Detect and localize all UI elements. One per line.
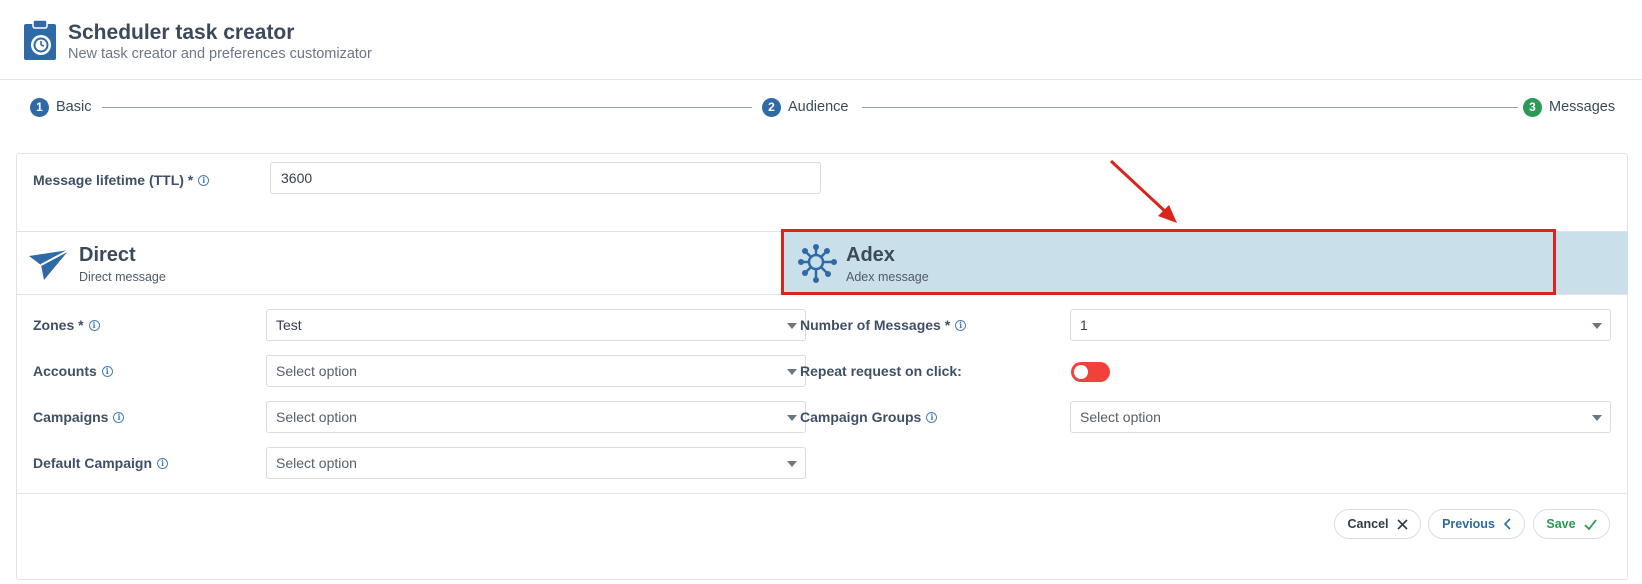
step-number: 2 xyxy=(762,97,781,117)
step-audience[interactable]: 2 Audience xyxy=(762,96,848,118)
num-messages-label: Number of Messages * i xyxy=(800,315,967,335)
step-messages[interactable]: 3 Messages xyxy=(1523,96,1615,118)
save-button[interactable]: Save xyxy=(1533,509,1610,539)
clipboard-timer-icon xyxy=(24,19,56,60)
info-icon[interactable]: i xyxy=(198,174,210,186)
step-label: Basic xyxy=(56,99,92,115)
select-placeholder: Select option xyxy=(276,409,357,425)
field-label-text: Repeat request on click: xyxy=(800,363,962,379)
cancel-button[interactable]: Cancel xyxy=(1334,509,1421,539)
field-label-text: Default Campaign xyxy=(33,455,153,471)
num-messages-select[interactable]: 1 xyxy=(1070,309,1611,341)
select-value: Test xyxy=(276,317,302,333)
step-connector xyxy=(102,107,752,108)
app-header: Scheduler task creator New task creator … xyxy=(0,0,1642,80)
field-label-text: Zones * xyxy=(33,317,84,333)
accounts-label: Accounts i xyxy=(33,361,113,381)
tab-direct[interactable]: Direct Direct message xyxy=(17,231,782,295)
field-label-text: Campaigns xyxy=(33,409,109,425)
select-placeholder: Select option xyxy=(276,363,357,379)
select-value: 1 xyxy=(1080,317,1088,333)
tab-subtitle: Direct message xyxy=(79,270,166,284)
info-icon[interactable]: i xyxy=(113,411,125,423)
chevron-down-icon xyxy=(787,323,797,329)
paper-plane-icon xyxy=(29,249,70,280)
check-icon xyxy=(1583,518,1597,530)
zones-label: Zones * i xyxy=(33,315,100,335)
step-number: 1 xyxy=(30,97,49,117)
campaigns-label: Campaigns i xyxy=(33,407,125,427)
ttl-label: Message lifetime (TTL) * i xyxy=(33,170,210,190)
repeat-request-toggle[interactable] xyxy=(1071,362,1110,382)
zones-select[interactable]: Test xyxy=(266,309,806,341)
button-label: Previous xyxy=(1442,517,1495,531)
select-placeholder: Select option xyxy=(1080,409,1161,425)
chevron-down-icon xyxy=(1592,415,1602,421)
toggle-knob xyxy=(1074,365,1088,379)
step-label: Audience xyxy=(788,99,849,115)
previous-button[interactable]: Previous xyxy=(1428,509,1525,539)
select-placeholder: Select option xyxy=(276,455,357,471)
tab-subtitle: Adex message xyxy=(846,270,929,284)
default-campaign-label: Default Campaign i xyxy=(33,453,169,473)
tab-adex[interactable]: Adex Adex message xyxy=(783,231,1628,295)
field-label-text: Accounts xyxy=(33,363,97,379)
step-label: Messages xyxy=(1549,99,1616,115)
field-label-text: Number of Messages * xyxy=(800,317,951,333)
default-campaign-select[interactable]: Select option xyxy=(266,447,806,479)
info-icon[interactable]: i xyxy=(88,319,100,331)
campaign-groups-select[interactable]: Select option xyxy=(1070,401,1611,433)
tab-title: Adex xyxy=(846,244,895,266)
campaign-groups-label: Campaign Groups i xyxy=(800,407,938,427)
step-number: 3 xyxy=(1523,97,1542,117)
chevron-down-icon xyxy=(787,369,797,375)
chevron-down-icon xyxy=(787,415,797,421)
ttl-input[interactable]: 3600 xyxy=(270,162,821,194)
page-subtitle: New task creator and preferences customi… xyxy=(68,46,372,62)
info-icon[interactable]: i xyxy=(926,411,938,423)
accounts-select[interactable]: Select option xyxy=(266,355,806,387)
tab-title: Direct xyxy=(79,244,136,266)
wizard-stepper: 1 Basic 2 Audience 3 Messages xyxy=(0,90,1642,124)
info-icon[interactable]: i xyxy=(101,365,113,377)
network-search-icon xyxy=(798,244,837,283)
step-basic[interactable]: 1 Basic xyxy=(30,96,91,118)
ttl-label-text: Message lifetime (TTL) * xyxy=(33,172,194,188)
step-connector xyxy=(862,107,1518,108)
info-icon[interactable]: i xyxy=(157,457,169,469)
field-label-text: Campaign Groups xyxy=(800,409,922,425)
button-label: Cancel xyxy=(1347,517,1389,531)
close-icon xyxy=(1396,518,1408,530)
footer-divider xyxy=(17,493,1627,494)
page-title: Scheduler task creator xyxy=(68,21,295,44)
messages-form-card: Message lifetime (TTL) * i 3600 Direct D… xyxy=(16,153,1628,580)
button-label: Save xyxy=(1546,517,1576,531)
campaigns-select[interactable]: Select option xyxy=(266,401,806,433)
chevron-left-icon xyxy=(1503,518,1511,530)
chevron-down-icon xyxy=(787,461,797,467)
info-icon[interactable]: i xyxy=(955,319,967,331)
chevron-down-icon xyxy=(1592,323,1602,329)
repeat-request-label: Repeat request on click: xyxy=(800,361,962,381)
